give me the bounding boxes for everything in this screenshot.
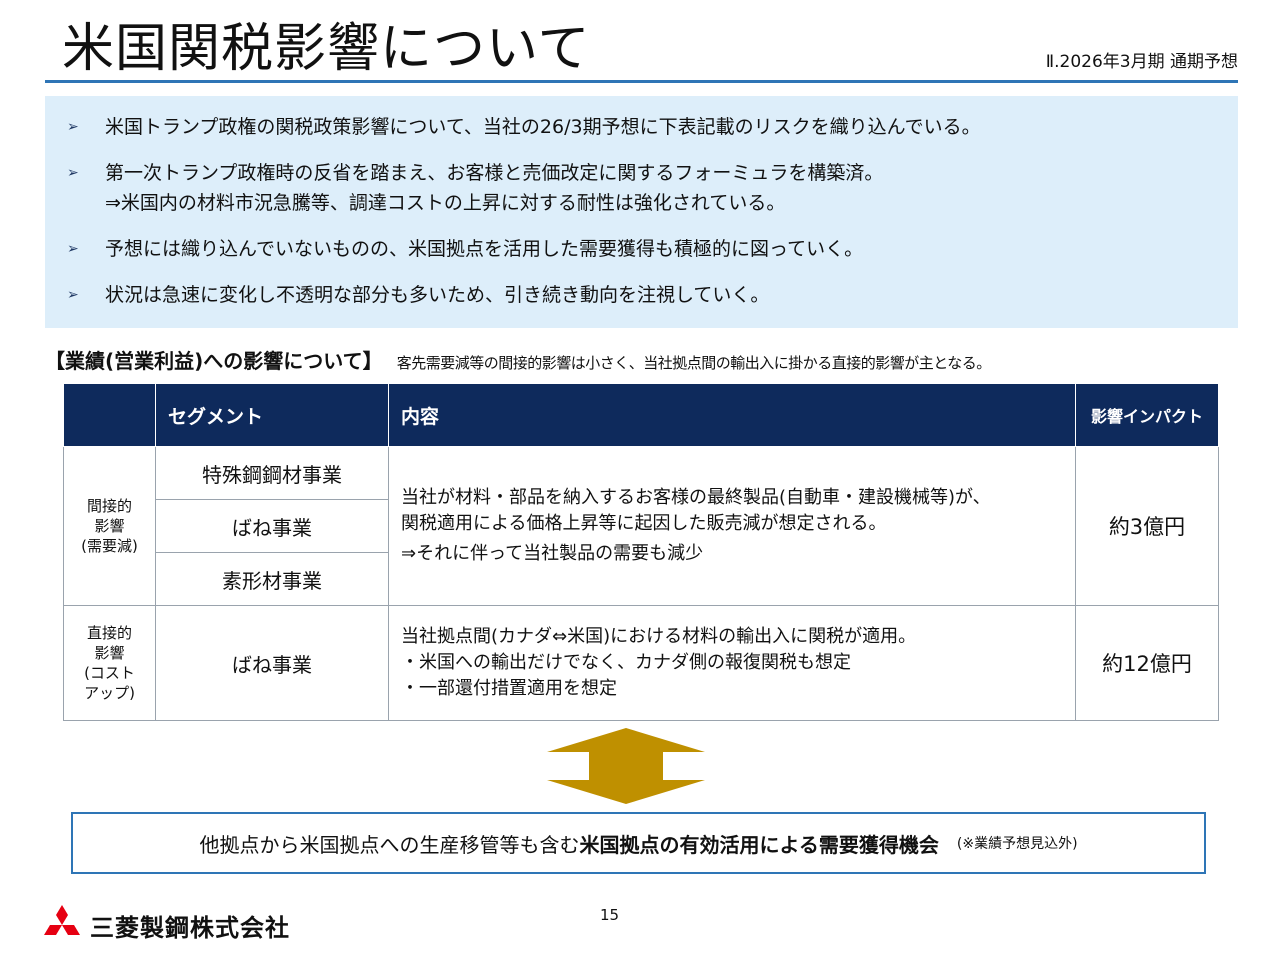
opportunity-emphasis: 米国拠点の有効活用による需要獲得機会 — [579, 832, 939, 857]
segment-cell: ばね事業 — [155, 499, 389, 553]
impact-table: セグメント 内容 影響インパクト 間接的 影響 (需要減) 特殊鋼鋼材事業 当社… — [63, 383, 1219, 721]
header-cell-impact: 影響インパクト — [1075, 383, 1219, 447]
opportunity-text: 他拠点から米国拠点への生産移管等も含む — [199, 832, 580, 857]
bullet-text: 第一次トランプ政権時の反省を踏まえ、お客様と売価改定に関するフォーミュラを構築済… — [105, 162, 884, 184]
bullet-item: ➢ 第一次トランプ政権時の反省を踏まえ、お客様と売価改定に関するフォーミュラを構… — [67, 158, 883, 188]
summary-box: ➢ 米国トランプ政権の関税政策影響について、当社の26/3期予想に下表記載のリス… — [45, 96, 1238, 328]
bullet-item: ➢ 予想には織り込んでいないものの、米国拠点を活用した需要獲得も積極的に図ってい… — [67, 234, 863, 264]
table-header-row: セグメント 内容 影響インパクト — [63, 383, 1219, 447]
company-name: 三菱製鋼株式会社 — [90, 913, 290, 942]
table-row: 間接的 影響 (需要減) 特殊鋼鋼材事業 当社が材料・部品を納入するお客様の最終… — [63, 446, 1219, 606]
bullet-arrow-icon: ➢ — [67, 287, 79, 303]
title-divider — [45, 80, 1238, 83]
section-title: 【業績(営業利益)への影響について】 — [45, 349, 383, 373]
section-note: 客先需要減等の間接的影響は小さく、当社拠点間の輸出入に掛かる直接的影響が主となる… — [396, 354, 992, 372]
page-title: 米国関税影響について — [62, 19, 591, 79]
header-cell-segment: セグメント — [155, 383, 389, 447]
page-subtitle: Ⅱ.2026年3月期 通期予想 — [1045, 52, 1238, 72]
bullet-arrow-icon: ➢ — [67, 165, 79, 181]
bullet-text: 予想には織り込んでいないものの、米国拠点を活用した需要獲得も積極的に図っていく。 — [105, 238, 864, 260]
table-row: 直接的 影響 (コスト アップ) ばね事業 当社拠点間(カナダ⇔米国)における材… — [63, 605, 1219, 721]
three-diamonds-icon — [44, 905, 80, 935]
bullet-item: ➢ 状況は急速に変化し不透明な部分も多いため、引き続き動向を注視していく。 — [67, 280, 769, 310]
category-indirect: 間接的 影響 (需要減) — [63, 446, 156, 606]
bullet-text: ⇒米国内の材料市況急騰等、調達コストの上昇に対する耐性は強化されている。 — [105, 192, 786, 214]
segment-cell: 素形材事業 — [155, 552, 389, 606]
bullet-text: 状況は急速に変化し不透明な部分も多いため、引き続き動向を注視していく。 — [105, 284, 770, 306]
opportunity-note: (※業績予想見込外) — [956, 836, 1078, 852]
double-arrow-icon — [547, 728, 705, 804]
bullet-arrow-icon: ➢ — [67, 119, 79, 135]
impact-cell: 約3億円 — [1075, 446, 1219, 606]
impact-cell: 約12億円 — [1075, 605, 1219, 721]
content-cell: 当社拠点間(カナダ⇔米国)における材料の輸出入に関税が適用。 ・米国への輸出だけ… — [388, 605, 1076, 721]
bullet-item: ➢ 米国トランプ政権の関税政策影響について、当社の26/3期予想に下表記載のリス… — [67, 112, 981, 142]
content-cell: 当社が材料・部品を納入するお客様の最終製品(自動車・建設機械等)が、 関税適用に… — [388, 446, 1076, 606]
opportunity-box: 他拠点から米国拠点への生産移管等も含む 米国拠点の有効活用による需要獲得機会 (… — [71, 812, 1206, 874]
bullet-arrow-icon: ➢ — [67, 241, 79, 257]
header-cell-category — [63, 383, 156, 447]
header-cell-content: 内容 — [388, 383, 1076, 447]
bullet-text: 米国トランプ政権の関税政策影響について、当社の26/3期予想に下表記載のリスクを… — [105, 116, 981, 138]
section-heading: 【業績(営業利益)への影響について】 客先需要減等の間接的影響は小さく、当社拠点… — [45, 345, 991, 374]
page-number: 15 — [600, 906, 620, 924]
category-direct: 直接的 影響 (コスト アップ) — [63, 605, 156, 721]
segment-cell: ばね事業 — [155, 605, 389, 721]
bullet-subitem: ⇒米国内の材料市況急騰等、調達コストの上昇に対する耐性は強化されている。 — [67, 188, 785, 218]
company-logo: 三菱製鋼株式会社 — [40, 905, 290, 945]
segment-cell: 特殊鋼鋼材事業 — [155, 446, 389, 500]
